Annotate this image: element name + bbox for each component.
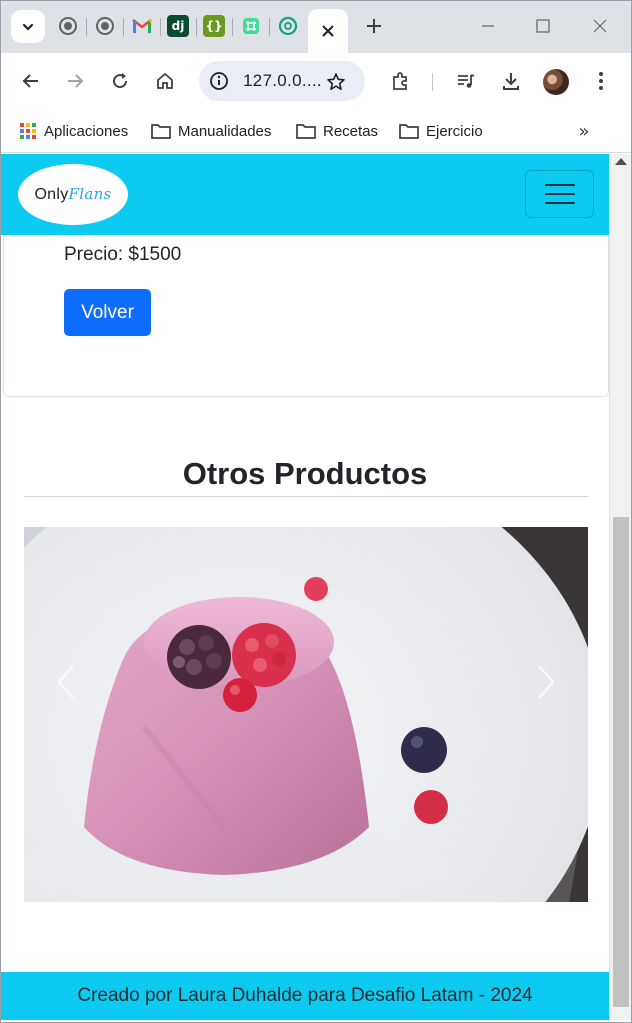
hamburger-line — [544, 184, 575, 186]
close-icon[interactable] — [321, 24, 335, 38]
tab-strip: dj {} — [1, 1, 631, 53]
scrollbar-thumb[interactable] — [613, 517, 629, 1007]
grid-icon — [243, 18, 259, 34]
bookmarks-bar: Aplicaciones Manualidades Recetas Ejerci… — [1, 109, 631, 153]
scroll-up-arrow-icon[interactable] — [615, 158, 627, 165]
carousel-image — [24, 527, 588, 902]
products-carousel[interactable] — [24, 527, 588, 902]
download-button[interactable] — [495, 65, 527, 97]
extensions-icon — [393, 72, 407, 90]
site-footer: Creado por Laura Duhalde para Desafio La… — [1, 972, 609, 1020]
tab-github-2[interactable] — [94, 15, 116, 37]
forward-button[interactable] — [59, 65, 91, 97]
toolbar-divider — [432, 73, 433, 91]
plus-icon — [367, 19, 381, 33]
new-tab-button[interactable] — [361, 13, 387, 39]
tab-grid-app[interactable] — [240, 15, 262, 37]
star-icon — [327, 73, 345, 90]
reload-icon — [113, 73, 128, 89]
back-icon — [22, 74, 38, 88]
bookmark-label: Aplicaciones — [44, 122, 129, 140]
bookmark-recetas[interactable]: Recetas — [296, 118, 378, 144]
tab-search-button[interactable] — [11, 10, 45, 43]
bookmark-manualidades[interactable]: Manualidades — [151, 118, 271, 144]
apps-grid-icon — [20, 123, 36, 139]
logo-text-flans: Flans — [68, 185, 112, 203]
bookmark-label: Manualidades — [178, 122, 272, 140]
github-icon — [59, 17, 77, 35]
tab-separator — [123, 18, 124, 36]
folder-icon — [151, 124, 171, 139]
gmail-icon — [132, 19, 152, 33]
django-icon: dj — [171, 19, 185, 33]
bookmark-ejercicio[interactable]: Ejercicio — [399, 118, 483, 144]
hamburger-line — [544, 193, 575, 195]
navbar-toggler-button[interactable] — [525, 170, 594, 218]
site-info-button[interactable] — [207, 69, 231, 93]
back-button[interactable] — [15, 65, 47, 97]
tab-django[interactable]: dj — [167, 15, 189, 37]
bookmark-star-button[interactable] — [323, 69, 349, 95]
chevron-left-icon — [57, 665, 74, 699]
close-icon — [593, 19, 607, 33]
profile-avatar[interactable] — [543, 69, 569, 95]
bookmark-apps[interactable]: Aplicaciones — [19, 118, 128, 144]
browser-window: dj {} 127.0.0.... Aplicaciones Manualida… — [0, 0, 632, 1023]
info-icon — [210, 72, 228, 90]
tab-separator — [196, 18, 197, 36]
page-viewport: Precio: $1500 Volver OnlyFlans Otros Pro… — [1, 154, 609, 1020]
blackberry — [167, 625, 231, 689]
address-bar[interactable]: 127.0.0.... — [199, 61, 365, 101]
extensions-button[interactable] — [384, 65, 416, 97]
tab-json[interactable]: {} — [203, 15, 225, 37]
site-navbar: OnlyFlans — [1, 154, 609, 235]
browser-menu-button[interactable] — [585, 65, 617, 97]
folder-icon — [296, 124, 316, 139]
tab-github-1[interactable] — [57, 15, 79, 37]
raspberry — [232, 623, 296, 687]
reload-button[interactable] — [104, 65, 136, 97]
media-button[interactable] — [450, 65, 482, 97]
json-icon: {} — [205, 19, 223, 33]
folder-icon — [399, 124, 419, 139]
carousel-prev-button[interactable] — [46, 662, 86, 702]
chevron-down-icon — [22, 23, 34, 31]
bookmark-label: Ejercicio — [426, 122, 483, 140]
carousel-next-button[interactable] — [526, 662, 566, 702]
other-products-title: Otros Productos — [182, 456, 428, 491]
tab-separator — [160, 18, 161, 36]
home-button[interactable] — [149, 65, 181, 97]
bookmarks-more-button[interactable]: » — [573, 118, 595, 144]
maximize-icon — [536, 19, 550, 33]
tab-separator — [232, 18, 233, 36]
tab-active[interactable] — [308, 9, 348, 53]
tab-separator — [86, 18, 87, 36]
browser-toolbar: 127.0.0.... — [1, 53, 631, 109]
logo-text: OnlyFlans — [34, 185, 111, 204]
tab-separator — [269, 18, 270, 36]
tab-chatgpt[interactable] — [277, 15, 299, 37]
menu-icon — [599, 72, 603, 90]
section-divider — [24, 496, 588, 497]
page-scrollbar[interactable] — [609, 154, 631, 1020]
tab-gmail[interactable] — [131, 15, 153, 37]
close-window-button[interactable] — [585, 13, 615, 39]
minimize-icon — [482, 25, 494, 27]
maximize-button[interactable] — [528, 13, 558, 39]
minimize-button[interactable] — [473, 13, 503, 39]
bookmark-label: Recetas — [323, 122, 379, 140]
chatgpt-icon — [278, 16, 298, 36]
logo-text-only: Only — [34, 186, 69, 203]
media-icon — [458, 74, 475, 88]
home-icon — [157, 72, 173, 89]
github-icon — [96, 17, 114, 35]
chevron-right-icon — [538, 665, 555, 699]
forward-icon — [68, 74, 84, 88]
back-button[interactable]: Volver — [64, 289, 151, 336]
address-text[interactable]: 127.0.0.... — [243, 71, 322, 91]
hamburger-line — [544, 202, 575, 204]
site-logo[interactable]: OnlyFlans — [18, 164, 128, 225]
download-icon — [503, 73, 519, 90]
product-price: Precio: $1500 — [64, 244, 182, 265]
